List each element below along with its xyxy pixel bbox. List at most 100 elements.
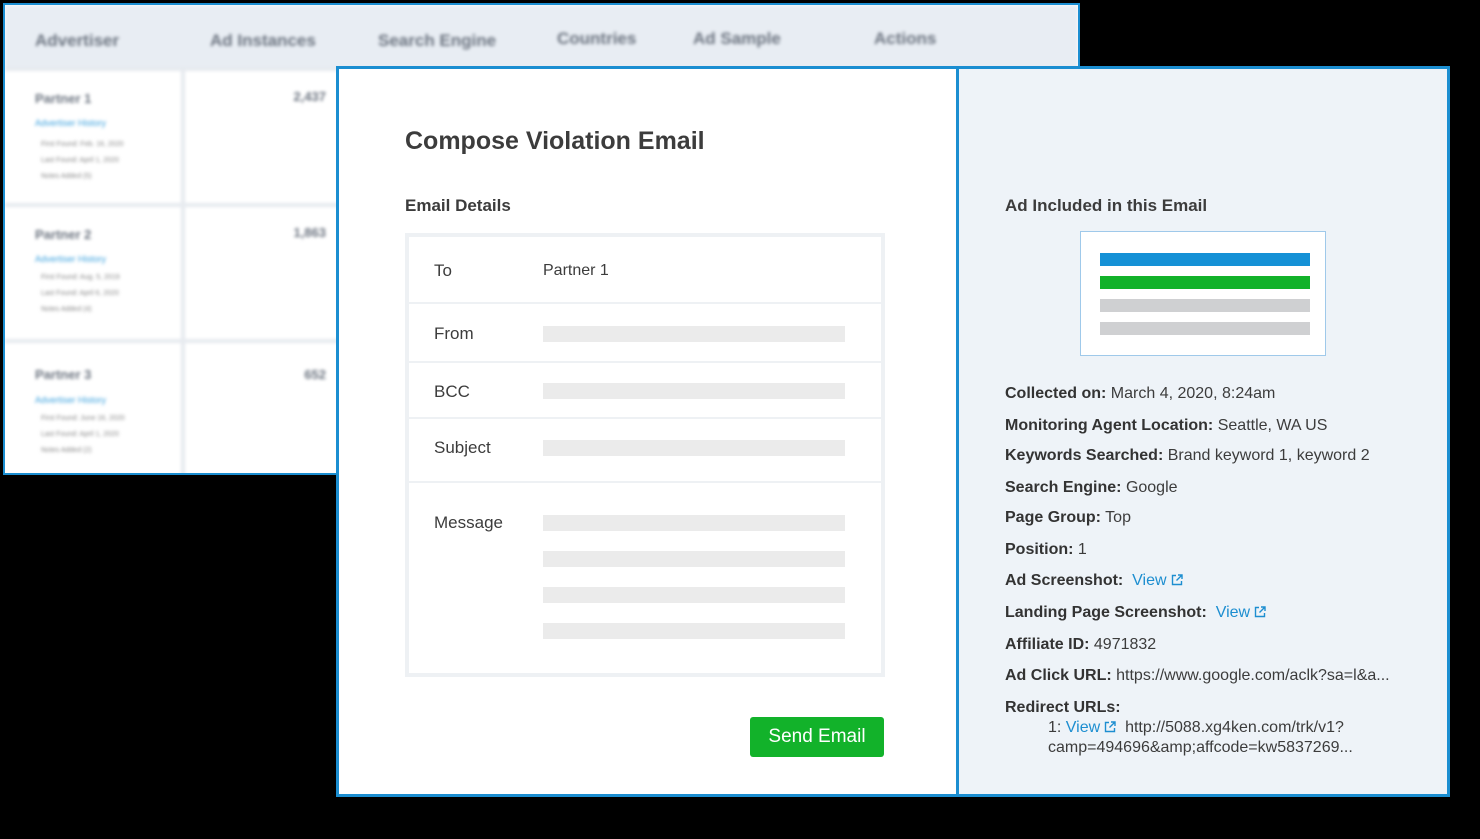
from-row: From: [409, 304, 881, 363]
subject-field[interactable]: [543, 440, 845, 456]
first-found: First Found: Aug. 5, 2019: [41, 274, 120, 281]
ad-click-url: Ad Click URL: https://www.google.com/acl…: [1005, 667, 1390, 685]
message-row: Message: [409, 483, 881, 673]
partner-name: Partner 1: [35, 91, 92, 106]
compose-pane: Compose Violation Email Email Details To…: [339, 69, 956, 794]
redirect-label: Redirect URLs:: [1005, 699, 1121, 716]
message-line: [543, 623, 845, 639]
email-details-heading: Email Details: [405, 196, 511, 215]
send-email-button[interactable]: Send Email: [750, 717, 884, 757]
col-header-ad-instances[interactable]: Ad Instances: [210, 31, 316, 51]
message-line: [543, 515, 845, 531]
collected-on: Collected on: March 4, 2020, 8:24am: [1005, 385, 1275, 403]
notes-added[interactable]: Notes Added (5): [41, 173, 92, 180]
to-label: To: [434, 261, 452, 280]
col-header-countries[interactable]: Countries: [557, 29, 636, 49]
from-label: From: [434, 324, 474, 343]
bcc-field[interactable]: [543, 383, 845, 399]
advertiser-history-link[interactable]: Advertiser History: [35, 395, 106, 405]
message-line: [543, 587, 845, 603]
position-value: 1: [1077, 541, 1087, 558]
subject-row: Subject: [409, 419, 881, 483]
location-label: Monitoring Agent Location:: [1005, 417, 1214, 434]
advertiser-history-link[interactable]: Advertiser History: [35, 254, 106, 264]
search-engine: Search Engine: Google: [1005, 479, 1178, 497]
position: Position: 1: [1005, 541, 1087, 559]
partner-name: Partner 3: [35, 367, 92, 382]
click-url-value: https://www.google.com/aclk?sa=l&a...: [1116, 667, 1390, 684]
affiliate-label: Affiliate ID:: [1005, 636, 1090, 653]
first-found: First Found: June 16, 2020: [41, 415, 125, 422]
ad-screenshot-label: Ad Screenshot:: [1005, 572, 1124, 589]
collected-on-label: Collected on:: [1005, 385, 1107, 402]
ad-instances-count: 2,437: [293, 89, 326, 104]
col-header-ad-sample[interactable]: Ad Sample: [693, 29, 781, 49]
monitoring-agent-location: Monitoring Agent Location: Seattle, WA U…: [1005, 417, 1327, 435]
from-field[interactable]: [543, 326, 845, 342]
redirect-url-line: http://5088.xg4ken.com/trk/v1?: [1125, 719, 1344, 736]
search-engine-value: Google: [1125, 479, 1178, 496]
keywords-value: Brand keyword 1, keyword 2: [1167, 447, 1370, 464]
landing-page-screenshot: Landing Page Screenshot: View: [1005, 604, 1266, 622]
location-value: Seattle, WA US: [1217, 417, 1328, 434]
partner-name: Partner 2: [35, 227, 92, 242]
ad-screenshot: Ad Screenshot: View: [1005, 572, 1183, 590]
redirect-url-item: 1: View http://5088.xg4ken.com/trk/v1?: [1048, 719, 1344, 737]
view-link-label: View: [1065, 719, 1101, 736]
external-link-icon: [1254, 606, 1266, 618]
affiliate-id: Affiliate ID: 4971832: [1005, 636, 1156, 654]
redirect-index: 1:: [1048, 719, 1062, 736]
first-found: First Found: Feb. 16, 2020: [41, 141, 124, 148]
email-details-form: To Partner 1 From BCC Subject Message: [405, 233, 885, 677]
to-row: To Partner 1: [409, 237, 881, 304]
external-link-icon: [1171, 574, 1183, 586]
message-label: Message: [434, 513, 503, 532]
bcc-row: BCC: [409, 363, 881, 419]
notes-added[interactable]: Notes Added (4): [41, 306, 92, 313]
col-header-search-engine[interactable]: Search Engine: [378, 31, 496, 51]
ad-included-heading: Ad Included in this Email: [1005, 196, 1208, 215]
ad-instances-count: 1,863: [293, 225, 326, 240]
external-link-icon: [1104, 721, 1116, 733]
redirect-url-item-continued: camp=494696&amp;affcode=kw5837269...: [1048, 739, 1353, 757]
bcc-label: BCC: [434, 382, 470, 401]
redirect-url-line: camp=494696&amp;affcode=kw5837269...: [1048, 739, 1353, 756]
advertiser-history-link[interactable]: Advertiser History: [35, 118, 106, 128]
ad-details-pane: Ad Included in this Email Collected on: …: [956, 69, 1447, 794]
ad-preview-thumbnail[interactable]: [1080, 231, 1326, 356]
ad-preview-line: [1100, 299, 1310, 312]
page-title: Compose Violation Email: [405, 127, 705, 155]
redirect-view-link[interactable]: View: [1066, 719, 1116, 736]
search-engine-label: Search Engine:: [1005, 479, 1122, 496]
ad-preview-line: [1100, 253, 1310, 266]
keywords-searched: Keywords Searched: Brand keyword 1, keyw…: [1005, 447, 1370, 465]
position-label: Position:: [1005, 541, 1074, 558]
affiliate-value: 4971832: [1093, 636, 1157, 653]
landing-screenshot-view-link[interactable]: View: [1216, 604, 1266, 621]
keywords-label: Keywords Searched:: [1005, 447, 1164, 464]
table-header: Advertiser Ad Instances Search Engine Co…: [5, 5, 1078, 71]
ad-instances-count: 652: [304, 367, 326, 382]
last-found: Last Found: April 1, 2020: [41, 157, 119, 164]
to-field[interactable]: Partner 1: [543, 262, 609, 280]
page-group-value: Top: [1105, 509, 1131, 526]
ad-preview-line: [1100, 276, 1310, 289]
view-link-label: View: [1215, 604, 1251, 621]
redirect-urls: Redirect URLs:: [1005, 699, 1121, 717]
message-line: [543, 551, 845, 567]
ad-screenshot-view-link[interactable]: View: [1132, 572, 1183, 589]
last-found: Last Found: April 6, 2020: [41, 290, 119, 297]
click-url-label: Ad Click URL:: [1005, 667, 1112, 684]
landing-label: Landing Page Screenshot:: [1005, 604, 1207, 621]
ad-preview-line: [1100, 322, 1310, 335]
notes-added[interactable]: Notes Added (2): [41, 447, 92, 454]
col-header-actions: Actions: [874, 29, 937, 48]
subject-label: Subject: [434, 438, 491, 457]
col-header-advertiser[interactable]: Advertiser: [35, 31, 119, 51]
view-link-label: View: [1132, 572, 1167, 589]
last-found: Last Found: April 1, 2020: [41, 431, 119, 438]
compose-violation-email-modal: Compose Violation Email Email Details To…: [336, 66, 1450, 797]
page-group-label: Page Group:: [1005, 509, 1102, 526]
page-group: Page Group: Top: [1005, 509, 1131, 527]
collected-on-value: March 4, 2020, 8:24am: [1110, 385, 1276, 402]
